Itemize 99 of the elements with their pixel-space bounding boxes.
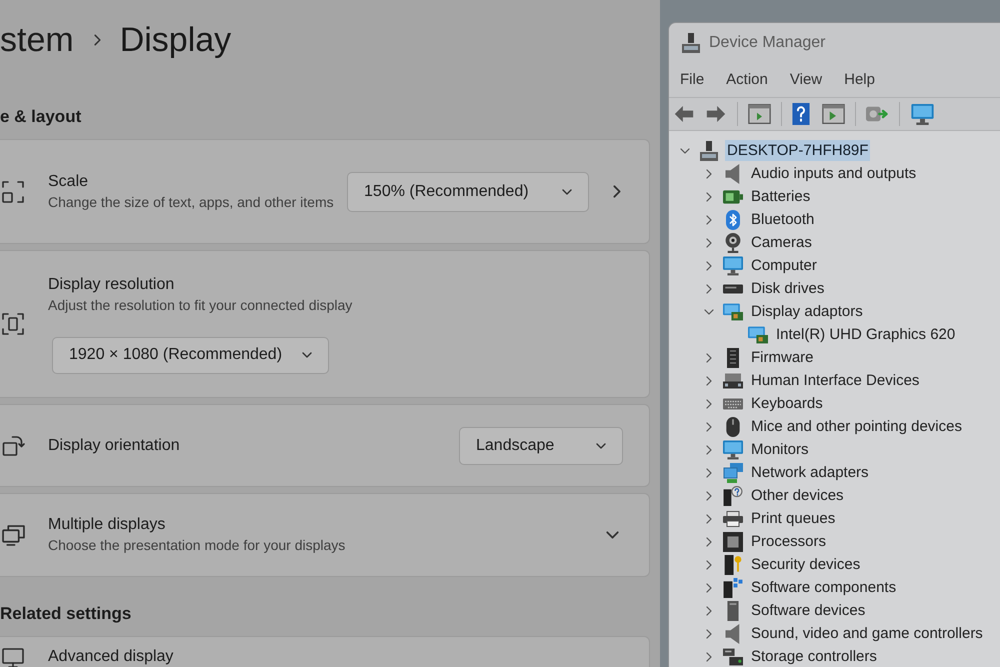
chevron-right-icon[interactable] [706, 560, 712, 570]
chevron-right-icon[interactable] [706, 398, 712, 408]
chevron-right-icon[interactable] [706, 376, 712, 386]
chevron-right-icon[interactable] [706, 468, 712, 478]
menu-item[interactable]: Help [844, 68, 875, 92]
chevron-down-icon [302, 352, 312, 358]
chevron-right-icon[interactable] [706, 444, 712, 454]
chevron-down-icon[interactable] [606, 531, 619, 539]
menu-item[interactable]: File [680, 68, 704, 92]
dropdown[interactable]: Landscape [459, 426, 623, 464]
tree-item[interactable]: Sound, video and game controllers [749, 623, 985, 644]
window-icon[interactable] [822, 104, 845, 124]
webcam-icon [723, 232, 743, 252]
tower-key-icon [723, 554, 743, 574]
tree-item[interactable]: Software components [749, 577, 898, 598]
chevron-right-icon[interactable] [706, 422, 712, 432]
section-heading: Related settings [0, 604, 132, 624]
resize-frame-icon [2, 180, 24, 202]
tree-item[interactable]: Bluetooth [749, 209, 816, 230]
chevron-right-icon[interactable] [706, 284, 712, 294]
breadcrumb-link[interactable]: stem [0, 20, 74, 60]
keyboard-device-icon [723, 370, 743, 390]
tree-item[interactable]: Mice and other pointing devices [749, 416, 964, 437]
help-icon[interactable] [792, 103, 810, 125]
back-arrow-icon[interactable] [673, 106, 695, 122]
section-heading: e & layout [0, 107, 82, 127]
chevron-right-icon[interactable] [706, 606, 712, 616]
monitor-icon [723, 256, 743, 276]
monitor-icon[interactable] [910, 104, 935, 124]
bluetooth-icon [723, 210, 743, 230]
chevron-right-icon[interactable] [706, 260, 712, 270]
chevron-right-icon[interactable] [706, 192, 712, 202]
chevron-right-icon[interactable] [706, 652, 712, 662]
settings-card[interactable]: Advanced display [0, 636, 650, 667]
chevron-down-icon[interactable] [680, 148, 690, 154]
tree-item[interactable]: DESKTOP-7HFH89F [725, 140, 870, 161]
chevron-right-icon[interactable] [706, 168, 712, 178]
chevron-down-icon[interactable] [704, 308, 714, 314]
setting-description: Change the size of text, apps, and other items [48, 192, 335, 212]
monitor-card-icon [723, 302, 743, 322]
setting-title: Display orientation [48, 436, 180, 456]
menu-item[interactable]: View [790, 68, 822, 92]
chevron-down-icon [596, 442, 606, 448]
chevron-right-icon [94, 34, 101, 46]
menu-item[interactable]: Action [726, 68, 768, 92]
rotate-screen-icon [2, 434, 26, 456]
monitor-icon [723, 440, 743, 460]
tree-item[interactable]: Display adaptors [749, 301, 865, 322]
tree-item[interactable]: Processors [749, 531, 828, 552]
tree-item[interactable]: Disk drives [749, 278, 826, 299]
setting-title: Advanced display [48, 647, 174, 667]
page-title: Display [120, 20, 232, 60]
chevron-right-icon[interactable] [706, 582, 712, 592]
monitor-card-icon [748, 324, 768, 344]
chevron-right-icon[interactable] [706, 352, 712, 362]
tree-item[interactable]: Network adapters [749, 462, 871, 483]
forward-arrow-icon[interactable] [705, 106, 727, 122]
tree-item[interactable]: Computer [749, 255, 819, 276]
setting-title: Display resolution [48, 274, 174, 294]
window-icon[interactable] [748, 104, 771, 124]
tree-item[interactable]: Cameras [749, 232, 814, 253]
tree-item[interactable]: Other devices [749, 485, 846, 506]
chevron-right-icon[interactable] [706, 490, 712, 500]
tree-item[interactable]: Intel(R) UHD Graphics 620 [774, 324, 958, 345]
window-title: Device Manager [709, 33, 826, 53]
chevron-right-icon[interactable] [706, 536, 712, 546]
setting-description: Adjust the resolution to fit your connected display [48, 296, 352, 314]
dropdown[interactable]: 1920 × 1080 (Recommended) [52, 336, 329, 374]
frame-brackets-icon [2, 313, 24, 335]
setting-description: Choose the presentation mode for your displays [48, 536, 346, 555]
network-monitors-icon [723, 462, 743, 482]
setting-title: Scale [48, 172, 88, 192]
tree-item[interactable]: Software devices [749, 600, 868, 621]
chevron-right-icon[interactable] [706, 214, 712, 224]
tree-item[interactable]: Firmware [749, 347, 816, 368]
tree-item[interactable]: Security devices [749, 554, 862, 575]
tree-item[interactable]: Audio inputs and outputs [749, 163, 918, 184]
chevron-down-icon [562, 188, 572, 194]
printer-icon [723, 508, 743, 528]
tree-item[interactable]: Keyboards [749, 393, 825, 414]
device-question-icon [723, 486, 743, 506]
tree-item[interactable]: Print queues [749, 508, 838, 529]
tower-blocks-icon [723, 578, 743, 598]
chevron-right-icon[interactable] [613, 185, 621, 198]
dropdown[interactable]: 150% (Recommended) [347, 172, 590, 212]
two-screens-icon [2, 524, 25, 546]
chevron-right-icon[interactable] [706, 628, 712, 638]
chevron-right-icon[interactable] [706, 238, 712, 248]
tree-item[interactable]: Batteries [749, 186, 812, 207]
monitor-icon [2, 647, 24, 667]
tree-item[interactable]: Monitors [749, 439, 811, 460]
setting-title: Multiple displays [48, 515, 166, 535]
tree-item[interactable]: Human Interface Devices [749, 370, 922, 391]
chevron-right-icon[interactable] [706, 514, 712, 524]
storage-drive-icon [723, 646, 743, 666]
tree-item[interactable]: Storage controllers [749, 646, 879, 667]
computer-icon [681, 33, 701, 53]
processor-icon [723, 532, 743, 552]
computer-icon [699, 140, 719, 160]
